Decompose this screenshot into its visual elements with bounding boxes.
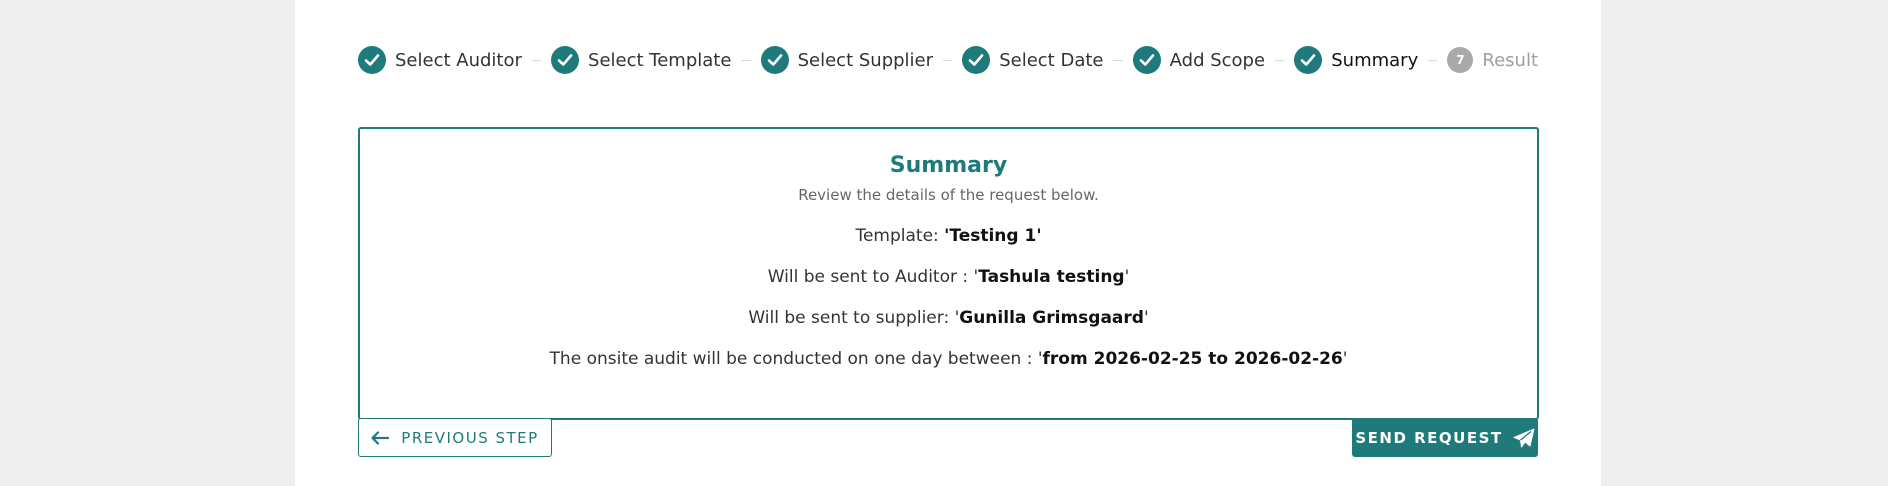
step-select-date[interactable]: Select Date [962, 46, 1103, 74]
step-label: Select Supplier [797, 49, 934, 71]
previous-step-button[interactable]: PREVIOUS STEP [358, 418, 552, 457]
summary-title: Summary [889, 153, 1008, 178]
step-connector [741, 59, 751, 61]
send-request-button[interactable]: SEND REQUEST [1352, 418, 1538, 457]
send-request-label: SEND REQUEST [1355, 428, 1503, 447]
date-value: from 2026-02-25 to 2026-02-26 [1042, 349, 1343, 369]
step-label: Select Template [588, 49, 732, 71]
supplier-line: Will be sent to supplier: 'Gunilla Grims… [748, 308, 1149, 328]
template-line: Template: 'Testing 1' [855, 226, 1042, 246]
step-label: Summary [1331, 49, 1419, 71]
step-label: Select Auditor [395, 49, 522, 71]
check-circle-icon [1294, 46, 1323, 74]
step-connector [1275, 59, 1285, 61]
step-select-supplier[interactable]: Select Supplier [760, 46, 934, 74]
check-circle-icon [358, 46, 386, 74]
step-add-scope[interactable]: Add Scope [1132, 46, 1266, 74]
previous-step-label: PREVIOUS STEP [401, 428, 539, 447]
check-circle-icon [1132, 46, 1161, 74]
step-connector [943, 59, 953, 61]
check-circle-icon [760, 46, 789, 74]
step-connector [1113, 59, 1123, 61]
arrow-left-icon [371, 430, 390, 445]
step-select-template[interactable]: Select Template [551, 46, 731, 74]
step-label: Result [1482, 49, 1539, 71]
summary-card: Summary Review the details of the reques… [358, 127, 1539, 420]
check-circle-icon [551, 46, 580, 74]
date-line: The onsite audit will be conducted on on… [549, 349, 1348, 369]
step-connector [1428, 59, 1438, 61]
step-summary[interactable]: Summary [1294, 46, 1418, 74]
auditor-line: Will be sent to Auditor : 'Tashula testi… [767, 267, 1130, 287]
stepper: Select Auditor Select Template Select Su… [358, 46, 1538, 74]
step-label: Add Scope [1169, 49, 1266, 71]
summary-subtitle: Review the details of the request below. [798, 186, 1099, 204]
step-label: Select Date [999, 49, 1104, 71]
step-number-badge: 7 [1447, 47, 1474, 73]
step-result: 7 Result [1447, 47, 1538, 73]
supplier-value: Gunilla Grimsgaard [959, 308, 1144, 328]
template-value: 'Testing 1' [944, 226, 1042, 246]
paper-plane-icon [1513, 428, 1535, 448]
step-connector [531, 59, 542, 61]
check-circle-icon [962, 46, 991, 74]
auditor-value: Tashula testing [978, 267, 1125, 287]
step-select-auditor[interactable]: Select Auditor [358, 46, 522, 74]
